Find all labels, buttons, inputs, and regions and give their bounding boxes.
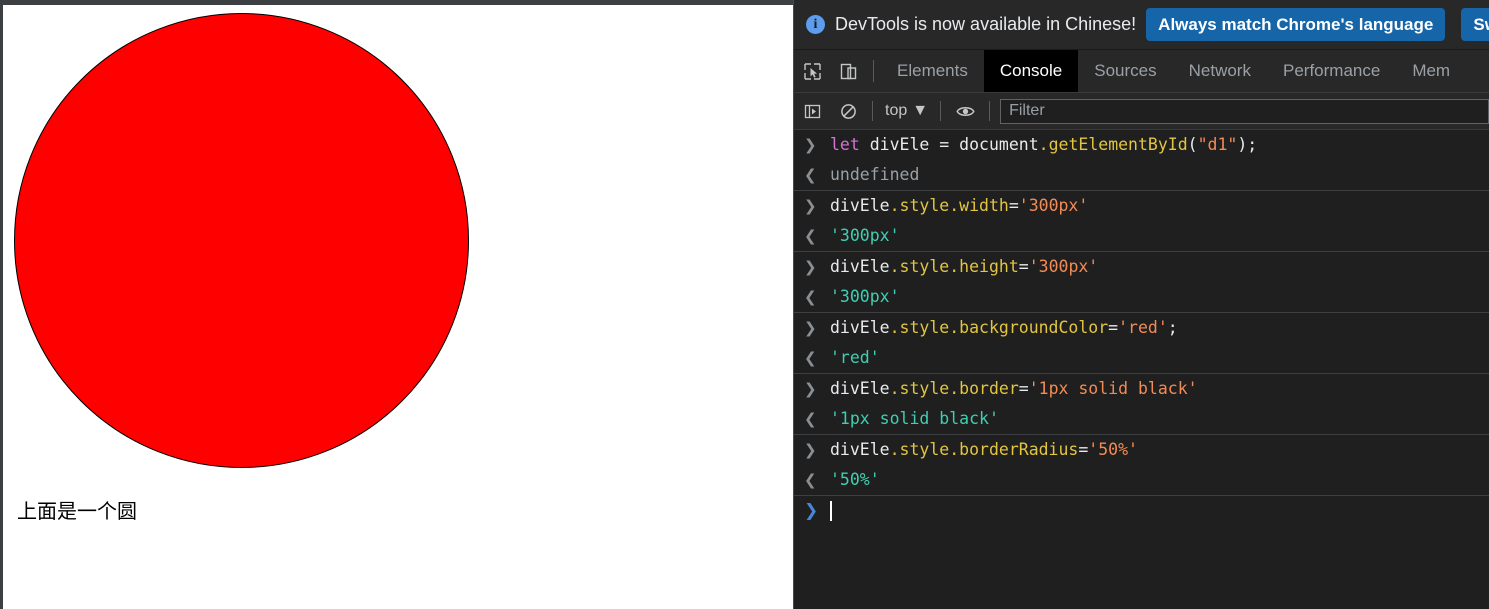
console-context-selector[interactable]: top ▼: [879, 102, 934, 120]
toolbar-divider-3: [989, 101, 991, 121]
text-caret: [830, 501, 832, 521]
output-marker-icon: ❮: [804, 349, 817, 367]
console-entry-group: ❯ divEle.style.height='300px' ❮ '300px': [794, 252, 1489, 313]
input-marker-icon: ❯: [804, 380, 817, 398]
console-input-prompt[interactable]: ❯: [794, 496, 1489, 526]
console-input-row: ❯ let divEle = document.getElementById("d…: [794, 130, 1489, 160]
red-circle-element: [14, 13, 469, 468]
console-message-text: let divEle = document.getElementById("d1…: [830, 135, 1258, 154]
prompt-chevron-icon: ❯: [804, 501, 819, 521]
console-toolbar: top ▼: [794, 93, 1489, 130]
console-message-text: '300px': [830, 226, 900, 245]
page-viewport: 上面是一个圆: [0, 0, 793, 609]
console-output-row: ❮ undefined: [794, 160, 1489, 190]
input-marker-icon: ❯: [804, 319, 817, 337]
console-output-row: ❮ '300px': [794, 282, 1489, 312]
console-input-row: ❯ divEle.style.height='300px': [794, 252, 1489, 282]
input-marker-icon: ❯: [804, 258, 817, 276]
devtools-panel: i DevTools is now available in Chinese! …: [793, 0, 1489, 609]
console-message-text: '1px solid black': [830, 409, 999, 428]
console-entry-group: ❯ divEle.style.backgroundColor='red'; ❮ 're…: [794, 313, 1489, 374]
console-message-text: '50%': [830, 470, 880, 489]
console-message-text: divEle.style.height='300px': [830, 257, 1099, 276]
clear-console-icon[interactable]: [830, 103, 866, 120]
tab-elements[interactable]: Elements: [881, 50, 984, 92]
console-message-text: divEle.style.backgroundColor='red';: [830, 318, 1178, 337]
devtools-language-notification: i DevTools is now available in Chinese! …: [794, 0, 1489, 50]
console-filter-input[interactable]: [1000, 98, 1489, 124]
tab-memory[interactable]: Mem: [1396, 50, 1466, 92]
input-marker-icon: ❯: [804, 441, 817, 459]
live-expression-eye-icon[interactable]: [947, 104, 983, 119]
console-entry-group: ❯ divEle.style.border='1px solid black' ❮ '…: [794, 374, 1489, 435]
notification-message: DevTools is now available in Chinese!: [835, 14, 1137, 34]
inspect-element-icon[interactable]: [794, 50, 830, 92]
devtools-tabbar: Elements Console Sources Network Perform…: [794, 50, 1489, 93]
console-input-row: ❯ divEle.style.borderRadius='50%': [794, 435, 1489, 465]
console-message-text: divEle.style.borderRadius='50%': [830, 440, 1138, 459]
console-output-row: ❮ '300px': [794, 221, 1489, 251]
tab-network[interactable]: Network: [1173, 50, 1267, 92]
toolbar-divider-1: [872, 101, 873, 121]
console-output-row: ❮ 'red': [794, 343, 1489, 373]
console-input-row: ❯ divEle.style.backgroundColor='red';: [794, 313, 1489, 343]
console-output-row: ❮ '1px solid black': [794, 404, 1489, 434]
always-match-language-button[interactable]: Always match Chrome's language: [1146, 8, 1446, 41]
console-entry-group: ❯ let divEle = document.getElementById("d…: [794, 130, 1489, 191]
console-message-text: '300px': [830, 287, 900, 306]
output-marker-icon: ❮: [804, 410, 817, 428]
browser-window: 上面是一个圆 i DevTools is now available in Ch…: [0, 0, 1489, 609]
console-message-text: divEle.style.border='1px solid black': [830, 379, 1198, 398]
output-marker-icon: ❮: [804, 288, 817, 306]
page-caption-text: 上面是一个圆: [17, 499, 137, 523]
tab-performance[interactable]: Performance: [1267, 50, 1396, 92]
console-message-text: 'red': [830, 348, 880, 367]
tab-console[interactable]: Console: [983, 50, 1079, 92]
console-message-text: undefined: [830, 165, 920, 184]
tab-sources[interactable]: Sources: [1078, 50, 1172, 92]
console-input-row: ❯ divEle.style.border='1px solid black': [794, 374, 1489, 404]
console-output-row: ❮ '50%': [794, 465, 1489, 495]
console-log-list[interactable]: ❯ let divEle = document.getElementById("d…: [794, 130, 1489, 609]
context-selector-label: top: [885, 102, 908, 119]
info-icon: i: [806, 15, 825, 34]
page-content: 上面是一个圆: [3, 5, 793, 609]
output-marker-icon: ❮: [804, 471, 817, 489]
switch-language-button[interactable]: Switch: [1461, 8, 1489, 41]
console-entry-group: ❯ divEle.style.width='300px' ❮ '300px': [794, 191, 1489, 252]
console-input-row: ❯ divEle.style.width='300px': [794, 191, 1489, 221]
output-marker-icon: ❮: [804, 166, 817, 184]
input-marker-icon: ❯: [804, 197, 817, 215]
chevron-down-icon: ▼: [912, 102, 929, 119]
console-sidebar-icon[interactable]: [794, 103, 830, 120]
console-message-text: divEle.style.width='300px': [830, 196, 1089, 215]
tabbar-divider: [873, 60, 874, 82]
console-entry-group: ❯ divEle.style.borderRadius='50%' ❮ '50%': [794, 435, 1489, 496]
toolbar-divider-2: [940, 101, 942, 121]
device-toolbar-icon[interactable]: [830, 50, 866, 92]
input-marker-icon: ❯: [804, 136, 817, 154]
output-marker-icon: ❮: [804, 227, 817, 245]
